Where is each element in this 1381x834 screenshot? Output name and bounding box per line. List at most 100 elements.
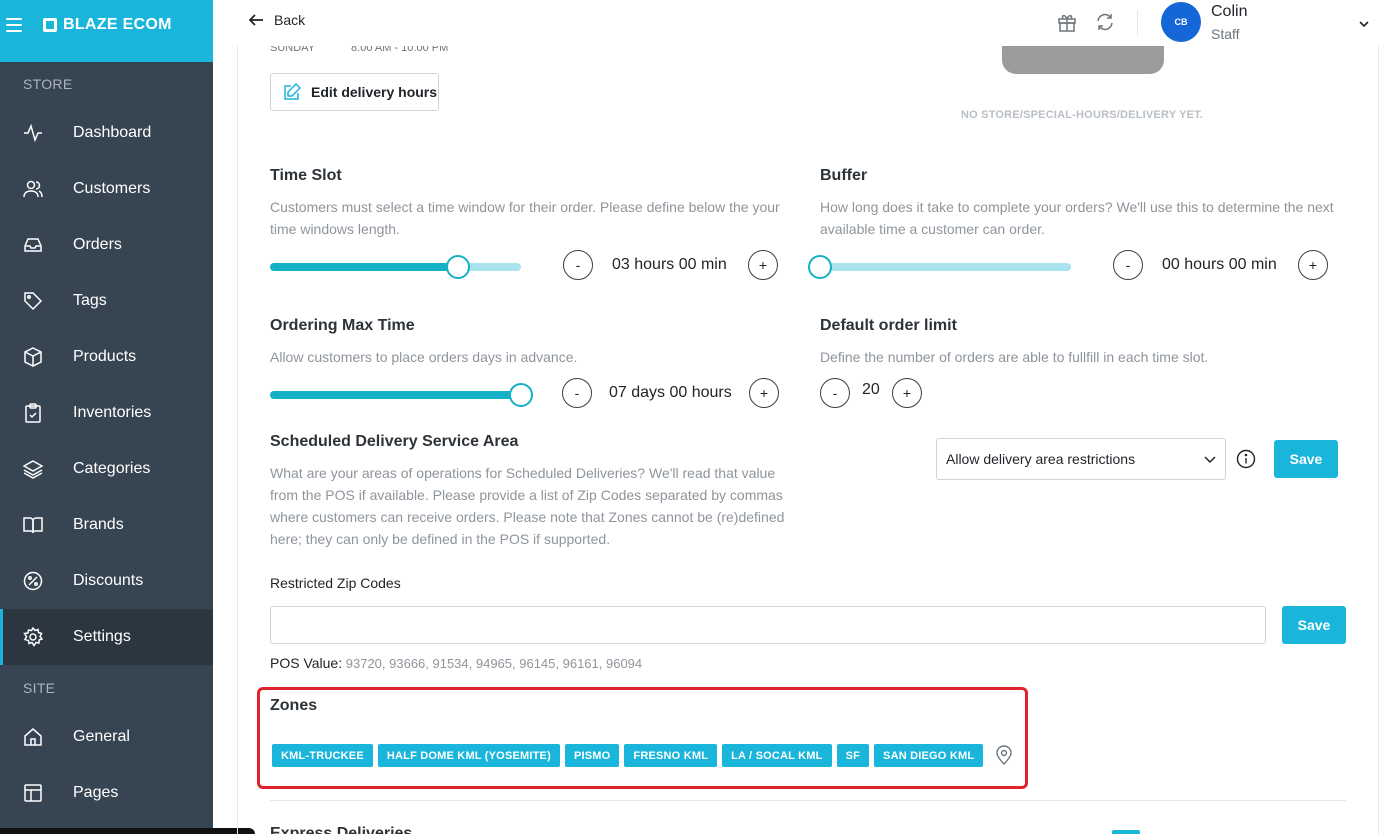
zone-chip[interactable]: KML-TRUCKEE <box>272 744 373 767</box>
hours-row: SUNDAY 8:00 AM - 10:00 PM <box>270 46 484 56</box>
logo-icon <box>43 18 57 32</box>
buffer-minus-button[interactable]: - <box>1113 250 1143 280</box>
edit-delivery-hours-label: Edit delivery hours <box>311 84 438 100</box>
service-area-description: What are your areas of operations for Sc… <box>270 465 785 547</box>
sidebar-item-label: Brands <box>73 516 124 533</box>
back-label: Back <box>274 12 306 28</box>
ordering-max-description: Allow customers to place orders days in … <box>270 349 578 365</box>
zone-chip[interactable]: SAN DIEGO KML <box>874 744 984 767</box>
ordering-max-minus-button[interactable]: - <box>562 378 592 408</box>
restricted-zip-input[interactable] <box>270 606 1266 644</box>
map-pin-icon[interactable] <box>994 745 1014 765</box>
sidebar-item-label: Tags <box>73 292 107 309</box>
ordering-max-slider[interactable] <box>270 383 533 407</box>
back-button[interactable]: Back <box>248 12 305 28</box>
zone-chip[interactable]: SF <box>836 744 870 767</box>
chevron-down-icon[interactable] <box>1359 16 1369 28</box>
sidebar-item-brands[interactable]: Brands <box>0 497 213 553</box>
user-name[interactable]: Colin <box>1211 3 1247 21</box>
sidebar-item-tags[interactable]: Tags <box>0 273 213 329</box>
sidebar-item-label: Products <box>73 348 137 365</box>
users-icon <box>23 179 43 199</box>
order-limit-description: Define the number of orders are able to … <box>820 349 1209 365</box>
brand-logo[interactable]: BLAZE ECOM <box>43 16 172 34</box>
pos-value-label: POS Value: <box>270 655 343 671</box>
order-limit-minus-button[interactable]: - <box>820 378 850 408</box>
pos-value-row: POS Value: 93720, 93666, 91534, 94965, 9… <box>270 655 642 671</box>
zone-chip[interactable]: LA / SOCAL KML <box>722 744 832 767</box>
arrow-left-icon <box>248 14 263 26</box>
buffer-slider[interactable] <box>808 255 1071 279</box>
brand-name: BLAZE ECOM <box>63 16 172 33</box>
slider-fill <box>270 391 521 399</box>
express-deliveries-toggle[interactable] <box>1112 830 1140 834</box>
zip-save-button[interactable]: Save <box>1282 606 1346 644</box>
sidebar-item-inventories[interactable]: Inventories <box>0 385 213 441</box>
express-deliveries-title: Express Deliveries <box>270 826 412 834</box>
zone-chip[interactable]: PISMO <box>564 744 620 767</box>
zone-chip[interactable]: FRESNO KML <box>624 744 718 767</box>
time-slot-value: 03 hours 00 min <box>612 256 727 273</box>
sidebar-item-pages[interactable]: Pages <box>0 765 213 821</box>
time-slot-title: Time Slot <box>270 167 342 184</box>
order-limit-title: Default order limit <box>820 317 957 334</box>
edit-delivery-hours-button[interactable]: Edit delivery hours <box>270 73 439 111</box>
sidebar-item-categories[interactable]: Categories <box>0 441 213 497</box>
sidebar-item-label: Categories <box>73 460 151 477</box>
buffer-value: 00 hours 00 min <box>1162 256 1277 273</box>
slider-handle[interactable] <box>808 255 832 279</box>
hamburger-menu-icon[interactable] <box>6 18 22 32</box>
header-divider <box>1137 10 1138 36</box>
buffer-title: Buffer <box>820 167 868 184</box>
order-limit-plus-button[interactable]: + <box>892 378 922 408</box>
site-section-label: SITE <box>23 680 56 696</box>
zone-chip[interactable]: HALF DOME KML (YOSEMITE) <box>377 744 560 767</box>
delivery-area-select[interactable]: Allow delivery area restrictions <box>936 438 1226 480</box>
ordering-max-plus-button[interactable]: + <box>749 378 779 408</box>
home-icon <box>23 727 43 747</box>
sidebar-item-label: Discounts <box>73 572 144 589</box>
zones-chip-list: KML-TRUCKEE HALF DOME KML (YOSEMITE) PIS… <box>272 744 984 767</box>
book-icon <box>23 515 43 535</box>
layout-icon <box>23 783 43 803</box>
slider-handle[interactable] <box>509 383 533 407</box>
zones-title: Zones <box>270 697 318 714</box>
time-slot-plus-button[interactable]: + <box>748 250 778 280</box>
content-panel-border-right <box>1378 46 1379 834</box>
service-area-save-button[interactable]: Save <box>1274 440 1338 478</box>
sidebar-item-customers[interactable]: Customers <box>0 161 213 217</box>
hours-day: SUNDAY <box>270 46 316 54</box>
info-icon[interactable] <box>1236 449 1256 469</box>
sidebar-item-settings[interactable]: Settings <box>0 609 213 665</box>
ordering-max-title: Ordering Max Time <box>270 317 415 334</box>
sidebar-item-dashboard[interactable]: Dashboard <box>0 105 213 161</box>
brand-bar: BLAZE ECOM <box>0 0 213 62</box>
restricted-zip-label: Restricted Zip Codes <box>270 575 401 591</box>
time-slot-minus-button[interactable]: - <box>563 250 593 280</box>
store-section-label: STORE <box>23 76 73 92</box>
ordering-max-value: 07 days 00 hours <box>609 384 732 401</box>
layers-icon <box>22 459 44 479</box>
content-panel-border <box>237 46 238 834</box>
time-slot-description: Customers must select a time window for … <box>270 199 780 237</box>
refresh-icon[interactable] <box>1095 12 1115 32</box>
hours-range: 8:00 AM - 10:00 PM <box>351 46 449 54</box>
buffer-description: How long does it take to complete your o… <box>820 199 1334 237</box>
chevron-down-icon <box>1203 452 1217 466</box>
avatar[interactable]: CB <box>1161 2 1201 42</box>
sidebar-item-label: Inventories <box>73 404 152 421</box>
sidebar-item-products[interactable]: Products <box>0 329 213 385</box>
sidebar-item-orders[interactable]: Orders <box>0 217 213 273</box>
activity-icon <box>23 123 43 143</box>
sidebar-item-discounts[interactable]: Discounts <box>0 553 213 609</box>
sidebar-item-label: General <box>73 728 130 745</box>
edit-icon <box>284 83 301 100</box>
sidebar-item-general[interactable]: General <box>0 709 213 765</box>
slider-fill <box>270 263 459 271</box>
time-slot-slider[interactable] <box>270 255 521 279</box>
slider-handle[interactable] <box>446 255 471 279</box>
inbox-icon <box>23 235 43 255</box>
buffer-plus-button[interactable]: + <box>1298 250 1328 280</box>
sidebar-item-label: Settings <box>73 628 131 645</box>
gift-icon[interactable] <box>1057 12 1077 32</box>
